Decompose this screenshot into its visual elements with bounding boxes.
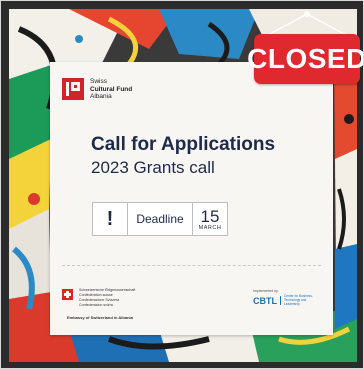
- announcement-image: Swiss Cultural Fund Albania Call for App…: [0, 0, 364, 369]
- deadline-label: Deadline: [128, 203, 193, 235]
- deadline-day: 15: [200, 206, 220, 226]
- swiss-confederation-logo: Schweizerische Eidgenossenschaft Confédé…: [62, 288, 135, 308]
- logo-line-2: Cultural Fund: [90, 85, 133, 93]
- swiss-cultural-fund-logo: Swiss Cultural Fund Albania: [62, 78, 132, 101]
- embassy-label: Embassy of Switzerland in Albania: [67, 315, 133, 320]
- deadline-box: ! Deadline 15 MARCH: [92, 202, 228, 236]
- cbtl-separator: [280, 296, 281, 306]
- closed-badge: CLOSED: [247, 34, 363, 84]
- implemented-by-label: Implemented by: [253, 289, 278, 293]
- fund-logo-icon: [62, 78, 84, 100]
- cbtl-logo: Implemented by CBTL Center for Business,…: [253, 289, 316, 306]
- confed-line: Confederaziun svizra: [79, 303, 113, 307]
- cbtl-mark: CBTL Center for Business, Technology and…: [253, 294, 316, 306]
- call-card: Swiss Cultural Fund Albania Call for App…: [50, 62, 333, 335]
- confederation-text: Schweizerische Eidgenossenschaft Confédé…: [79, 288, 135, 308]
- deadline-month: MARCH: [198, 224, 222, 231]
- fund-logo-text: Swiss Cultural Fund Albania: [90, 78, 132, 101]
- card-subtitle: 2023 Grants call: [91, 158, 215, 177]
- logo-line-3: Albania: [90, 93, 112, 100]
- footer-divider: [62, 265, 321, 266]
- cbtl-tagline: Center for Business, Technology and Lead…: [284, 294, 313, 306]
- swiss-flag-icon: [62, 289, 73, 300]
- cbtl-wordmark: CBTL: [253, 295, 277, 306]
- logo-line-1: Swiss: [90, 78, 107, 85]
- deadline-date: 15 MARCH: [193, 203, 227, 235]
- exclamation-icon: !: [93, 203, 128, 235]
- card-title: Call for Applications: [91, 134, 276, 155]
